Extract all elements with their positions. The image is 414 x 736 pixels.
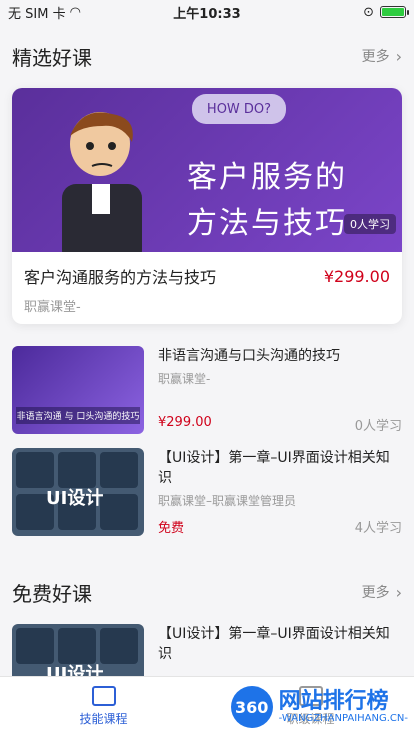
course-list: 非语言沟通 与 口头沟通的技巧 非语言沟通与口头沟通的技巧 职赢课堂- ¥299…	[0, 346, 414, 536]
featured-course-teacher: 职赢课堂-	[24, 300, 81, 315]
banner-text-line1: 客户服务的	[187, 160, 347, 195]
list-item[interactable]: UI设计 【UI设计】第一章–UI界面设计相关知识 职赢课堂–职赢课堂管理员 免…	[0, 448, 414, 536]
wifi-icon: ◠	[69, 4, 81, 20]
tab-skill-courses[interactable]: 技能课程	[0, 677, 207, 736]
section-title: 免费好课	[12, 581, 92, 606]
cartoon-person-icon	[62, 112, 142, 252]
banner-speech-bubble: HOW DO?	[192, 94, 286, 124]
featured-course-price: ¥299.00	[323, 266, 390, 286]
more-link[interactable]: 更多 ›	[362, 582, 402, 602]
chevron-right-icon: ›	[395, 582, 402, 602]
course-title: 【UI设计】第一章–UI界面设计相关知识	[158, 626, 390, 662]
course-learner-count: 4人学习	[354, 521, 402, 536]
course-learner-count: 0人学习	[354, 419, 402, 434]
learner-count-badge: 0人学习	[344, 214, 396, 234]
course-thumbnail: UI设计	[12, 448, 144, 536]
status-bar: 无 SIM 卡 ◠ 上午10:33 ⊙	[0, 0, 414, 24]
course-title: 非语言沟通与口头沟通的技巧	[158, 348, 340, 364]
section-title: 精选好课	[12, 45, 92, 70]
course-teacher: 职赢课堂–职赢课堂管理员	[158, 494, 297, 508]
list-item[interactable]: 非语言沟通 与 口头沟通的技巧 非语言沟通与口头沟通的技巧 职赢课堂- ¥299…	[0, 346, 414, 434]
featured-section-header: 精选好课 更多 ›	[0, 24, 414, 88]
course-teacher: 职赢课堂-	[158, 372, 211, 386]
featured-course-title: 客户沟通服务的方法与技巧	[24, 268, 217, 287]
course-price: 免费	[158, 521, 185, 536]
carrier-label: 无 SIM 卡	[8, 6, 66, 22]
featured-course-card[interactable]: HOW DO? 客户服务的 方法与技巧 0人学习 客户沟通服务的方法与技巧 ¥2…	[12, 88, 402, 324]
chevron-right-icon: ›	[395, 46, 402, 66]
featured-banner-image: HOW DO? 客户服务的 方法与技巧 0人学习	[12, 88, 402, 252]
course-thumbnail: 非语言沟通 与 口头沟通的技巧	[12, 346, 144, 434]
more-link[interactable]: 更多 ›	[362, 46, 402, 66]
book-icon	[91, 686, 116, 706]
battery-icon	[380, 6, 409, 18]
rotation-lock-icon: ⊙	[363, 4, 374, 20]
course-price: ¥299.00	[158, 415, 212, 430]
free-section-header: 免费好课 更多 ›	[0, 560, 414, 624]
banner-text-line2: 方法与技巧	[187, 206, 347, 241]
course-title: 【UI设计】第一章–UI界面设计相关知识	[158, 450, 390, 486]
watermark-logo: 360 网站排行榜 -WANGZHANPAIHANG.CN-	[230, 686, 408, 728]
